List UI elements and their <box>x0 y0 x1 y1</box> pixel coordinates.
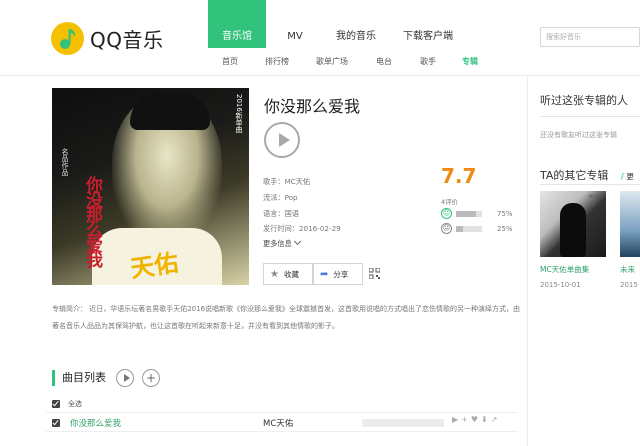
add-all-button[interactable]: + <box>142 369 160 387</box>
play-all-button[interactable] <box>116 369 134 387</box>
subnav-home[interactable]: 首页 <box>222 56 238 67</box>
album-thumb-1[interactable]: MC天佑 <box>540 191 606 257</box>
album-1-name[interactable]: MC天佑单曲集 <box>540 264 589 275</box>
meta-release-label: 发行时间： <box>263 224 299 233</box>
subnav-albums[interactable]: 专辑 <box>462 56 478 67</box>
qq-music-logo[interactable]: QQ音乐 <box>51 22 163 55</box>
subnav-radio[interactable]: 电台 <box>376 56 392 67</box>
other-albums-title: TA的其它专辑 <box>540 169 609 182</box>
meta-language-value: 国语 <box>284 209 299 218</box>
column-divider <box>527 76 528 446</box>
add-icon[interactable]: + <box>461 415 471 424</box>
select-all-label: 全选 <box>68 400 82 408</box>
meta-release-value: 2016-02-29 <box>298 224 341 233</box>
qr-code-icon[interactable] <box>369 268 380 279</box>
nav-my-music[interactable]: 我的音乐 <box>324 0 388 48</box>
listeners-empty-text: 还没有歌友听过这张专辑 <box>540 131 617 139</box>
bad-rating-pct: 25% <box>497 225 513 233</box>
thumb-label: MC天佑 <box>588 194 603 199</box>
share-arrow-icon: ➦ <box>320 268 329 280</box>
more-info-label: 更多信息 <box>263 239 292 248</box>
chevron-down-icon <box>293 237 301 246</box>
share-icon[interactable]: ↗ <box>491 415 501 424</box>
album-2-date: 2015 <box>620 281 638 289</box>
more-info-link[interactable]: 更多信息 <box>263 237 301 249</box>
meta-singer-label: 歌手： <box>263 177 285 186</box>
meta-language-label: 语言： <box>263 209 285 218</box>
song-album-placeholder <box>362 419 444 427</box>
sub-nav: 首页 排行榜 歌单广场 电台 歌手 专辑 <box>0 56 640 76</box>
play-album-button[interactable] <box>264 122 300 158</box>
album-cover: 2016新单曲 名品作品 你没那么爱我 天佑 <box>52 88 249 285</box>
bad-rating-bar <box>456 226 482 232</box>
meta-genre-label: 流派： <box>263 193 285 202</box>
good-rating-bar <box>456 211 482 217</box>
rating-count: 4评价 <box>441 198 459 206</box>
listeners-title: 听过这张专辑的人 <box>540 94 628 107</box>
more-albums-label: 更 <box>626 172 634 181</box>
download-icon[interactable]: ⬇ <box>481 415 491 424</box>
meta-singer: 歌手：MC天佑 <box>263 177 310 187</box>
album-1-date: 2015-10-01 <box>540 281 581 289</box>
select-all-checkbox[interactable] <box>52 400 60 408</box>
album-2-name[interactable]: 未来 <box>620 264 635 275</box>
subnav-playlists[interactable]: 歌单广场 <box>316 56 348 67</box>
song-checkbox[interactable] <box>52 419 60 427</box>
nav-mv[interactable]: MV <box>266 0 324 48</box>
thumb-figure <box>560 203 586 257</box>
logo-text: QQ音乐 <box>90 28 164 52</box>
good-rating-pct: 75% <box>497 210 513 218</box>
favorite-button[interactable]: ★ 收藏 <box>263 263 313 285</box>
cover-studio-text: 名品作品 <box>61 148 69 176</box>
star-icon: ★ <box>270 268 279 280</box>
share-label: 分享 <box>333 269 349 279</box>
subnav-singers[interactable]: 歌手 <box>420 56 436 67</box>
music-note-icon <box>51 22 84 55</box>
nav-download-client[interactable]: 下载客户端 <box>388 0 468 48</box>
main-nav: 音乐馆 MV 我的音乐 下载客户端 <box>208 0 468 48</box>
search-input[interactable]: 搜索好音乐 <box>540 27 640 47</box>
smile-icon[interactable]: ☺ <box>441 208 452 219</box>
album-title: 你没那么爱我 <box>264 97 361 116</box>
cover-year-text: 2016新单曲 <box>235 94 243 133</box>
meta-genre: 流派：Pop <box>263 193 298 203</box>
meta-singer-value[interactable]: MC天佑 <box>285 177 311 186</box>
heart-icon[interactable]: ♥ <box>471 415 481 424</box>
other-albums-divider <box>540 184 640 185</box>
meta-release: 发行时间：2016-02-29 <box>263 224 341 234</box>
meta-genre-value: Pop <box>284 193 298 202</box>
album-description: 专辑简介： 近日，华语乐坛著名男歌手天佑2016说唱新歌《你没那么爱我》全球震撼… <box>52 305 521 330</box>
song-actions: ▶+♥⬇↗ <box>452 415 500 424</box>
nav-music-hall[interactable]: 音乐馆 <box>208 0 266 48</box>
song-artist[interactable]: MC天佑 <box>263 417 293 429</box>
favorite-label: 收藏 <box>283 269 299 279</box>
listeners-divider <box>540 116 640 117</box>
rating-score: 7.7 <box>441 164 477 188</box>
cover-hair <box>130 92 210 130</box>
share-button[interactable]: ➦ 分享 <box>313 263 363 285</box>
play-icon[interactable]: ▶ <box>452 415 461 424</box>
more-albums-link[interactable]: / 更 <box>621 171 634 182</box>
good-rating-fill <box>456 211 476 217</box>
song-name[interactable]: 你没那么爱我 <box>70 417 121 429</box>
album-thumb-2[interactable] <box>620 191 640 257</box>
tracklist-title: 曲目列表 <box>52 370 106 386</box>
subnav-charts[interactable]: 排行榜 <box>265 56 289 67</box>
cover-signature: 天佑 <box>128 247 181 284</box>
meta-language: 语言：国语 <box>263 209 299 219</box>
bad-rating-fill <box>456 226 463 232</box>
cover-red-title: 你没那么爱我 <box>82 176 102 266</box>
frown-icon[interactable]: ☹ <box>441 223 452 234</box>
